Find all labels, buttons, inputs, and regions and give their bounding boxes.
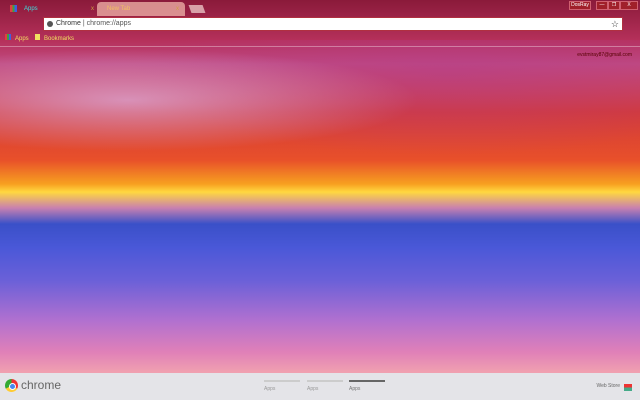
site-label: Chrome <box>56 20 81 27</box>
bookmark-apps[interactable]: Apps <box>5 34 29 42</box>
bookmark-label: Bookmarks <box>44 36 75 42</box>
bookmark-folder[interactable]: Bookmarks <box>35 34 74 42</box>
tab-label: New Tab <box>107 6 131 12</box>
page-indicator[interactable]: Apps <box>264 380 300 392</box>
url-text: chrome://apps <box>86 20 131 27</box>
minimize-button[interactable]: — <box>596 1 608 10</box>
restore-button[interactable]: ❐ <box>608 1 620 10</box>
folder-icon <box>35 34 40 40</box>
close-tab-icon[interactable]: x <box>91 2 94 16</box>
page-indicator-active[interactable]: Apps <box>349 380 385 392</box>
close-tab-icon[interactable]: x <box>176 2 179 16</box>
page-indicator[interactable]: Apps <box>307 380 343 392</box>
chrome-page-icon <box>47 21 53 27</box>
tab-new-tab[interactable]: New Tab x <box>97 2 185 16</box>
tab-label: Apps <box>24 6 38 12</box>
web-store-icon[interactable] <box>624 384 632 391</box>
address-bar[interactable]: Chrome | chrome://apps ☆ <box>43 17 623 31</box>
close-window-button[interactable]: X <box>620 1 638 10</box>
background-wallpaper <box>0 40 640 190</box>
profile-button[interactable]: DosRay <box>569 1 591 10</box>
bookmark-label: Apps <box>15 36 29 42</box>
divider <box>0 46 640 47</box>
tab-strip: Apps x New Tab x DosRay — ❐ X <box>0 0 640 16</box>
tab-apps[interactable]: Apps x <box>4 2 100 16</box>
chrome-logo-icon <box>5 379 18 392</box>
new-tab-button[interactable] <box>188 5 206 13</box>
apps-icon <box>5 34 11 40</box>
apps-footer: chrome Apps Apps Apps Web Store <box>0 373 640 400</box>
chrome-brand: chrome <box>21 378 62 392</box>
account-email[interactable]: evstmiray87@gmail.com <box>577 52 632 58</box>
apps-icon <box>10 5 17 12</box>
web-store-link[interactable]: Web Store <box>596 383 620 389</box>
bookmark-star-icon[interactable]: ☆ <box>611 18 619 30</box>
